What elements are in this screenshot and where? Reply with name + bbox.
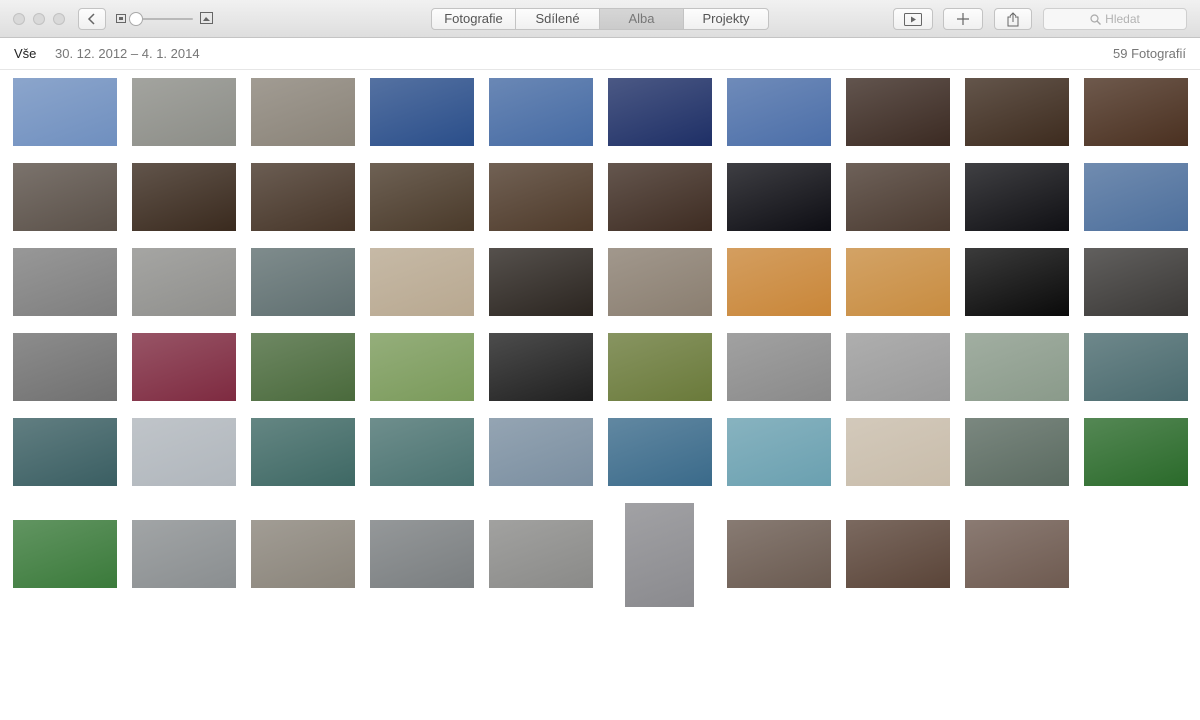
- share-button[interactable]: [994, 8, 1032, 30]
- photo-thumbnail[interactable]: [370, 520, 474, 588]
- photo-thumbnail[interactable]: [846, 333, 950, 401]
- view-tabs: Fotografie Sdílené Alba Projekty: [431, 8, 769, 30]
- add-icon: [957, 13, 969, 25]
- photo-thumbnail[interactable]: [1084, 78, 1188, 146]
- photo-thumbnail[interactable]: [846, 520, 950, 588]
- photo-thumbnail[interactable]: [251, 78, 355, 146]
- share-icon: [1007, 11, 1019, 26]
- photo-thumbnail[interactable]: [489, 418, 593, 486]
- photo-thumbnail[interactable]: [965, 520, 1069, 588]
- photo-thumbnail[interactable]: [608, 418, 712, 486]
- photo-thumbnail[interactable]: [489, 333, 593, 401]
- tab-alba[interactable]: Alba: [600, 9, 684, 29]
- photo-thumbnail[interactable]: [13, 333, 117, 401]
- photo-thumbnail[interactable]: [625, 503, 694, 607]
- photo-thumbnail[interactable]: [370, 333, 474, 401]
- photo-thumbnail[interactable]: [727, 163, 831, 231]
- slideshow-button[interactable]: [893, 8, 933, 30]
- search-icon: [1090, 13, 1102, 25]
- photo-thumbnail[interactable]: [608, 163, 712, 231]
- photo-thumbnail[interactable]: [489, 78, 593, 146]
- photo-thumbnail[interactable]: [489, 520, 593, 588]
- photo-thumbnail[interactable]: [13, 78, 117, 146]
- search-placeholder: Hledat: [1105, 12, 1140, 26]
- close-window-button[interactable]: [13, 13, 25, 25]
- back-button[interactable]: [78, 8, 106, 30]
- tab-fotografie[interactable]: Fotografie: [432, 9, 516, 29]
- date-range: 30. 12. 2012 – 4. 1. 2014: [55, 46, 200, 61]
- zoom-slider-knob[interactable]: [129, 12, 143, 26]
- photo-thumbnail[interactable]: [132, 78, 236, 146]
- photo-thumbnail[interactable]: [608, 333, 712, 401]
- back-icon: [87, 13, 95, 25]
- zoom-small-icon: [116, 14, 126, 23]
- photo-thumbnail[interactable]: [370, 163, 474, 231]
- photo-thumbnail[interactable]: [13, 163, 117, 231]
- photo-thumbnail[interactable]: [727, 520, 831, 588]
- tab-projekty[interactable]: Projekty: [684, 9, 768, 29]
- photo-thumbnail[interactable]: [727, 78, 831, 146]
- photo-thumbnail[interactable]: [251, 520, 355, 588]
- photo-thumbnail[interactable]: [1084, 333, 1188, 401]
- photo-thumbnail[interactable]: [1084, 248, 1188, 316]
- photo-thumbnail[interactable]: [13, 248, 117, 316]
- add-button[interactable]: [943, 8, 983, 30]
- photo-thumbnail[interactable]: [965, 78, 1069, 146]
- photo-thumbnail[interactable]: [13, 520, 117, 588]
- photo-thumbnail[interactable]: [965, 163, 1069, 231]
- photo-thumbnail[interactable]: [846, 163, 950, 231]
- photo-thumbnail[interactable]: [1084, 163, 1188, 231]
- photo-thumbnail[interactable]: [251, 163, 355, 231]
- photo-thumbnail[interactable]: [727, 418, 831, 486]
- minimize-window-button[interactable]: [33, 13, 45, 25]
- photo-thumbnail[interactable]: [132, 163, 236, 231]
- toolbar: Fotografie Sdílené Alba Projekty Hledat: [0, 0, 1200, 38]
- photo-thumbnail[interactable]: [489, 248, 593, 316]
- search-field[interactable]: Hledat: [1043, 8, 1187, 30]
- photo-thumbnail[interactable]: [965, 248, 1069, 316]
- photo-thumbnail[interactable]: [846, 78, 950, 146]
- photo-thumbnail[interactable]: [13, 418, 117, 486]
- album-info-bar: Vše 30. 12. 2012 – 4. 1. 2014 59 Fotogra…: [0, 38, 1200, 70]
- photo-thumbnail[interactable]: [727, 333, 831, 401]
- photo-thumbnail[interactable]: [251, 248, 355, 316]
- album-title: Vše: [14, 46, 37, 61]
- photo-thumbnail[interactable]: [965, 333, 1069, 401]
- photo-thumbnail[interactable]: [608, 78, 712, 146]
- photo-thumbnail[interactable]: [370, 78, 474, 146]
- photo-thumbnail[interactable]: [370, 418, 474, 486]
- photo-thumbnail[interactable]: [965, 418, 1069, 486]
- photo-thumbnail[interactable]: [132, 248, 236, 316]
- photo-thumbnail[interactable]: [1084, 418, 1188, 486]
- photo-thumbnail[interactable]: [370, 248, 474, 316]
- photo-thumbnail[interactable]: [489, 163, 593, 231]
- photo-thumbnail[interactable]: [846, 418, 950, 486]
- photo-thumbnail[interactable]: [251, 418, 355, 486]
- zoom-large-icon: [200, 12, 213, 24]
- photo-thumbnail[interactable]: [251, 333, 355, 401]
- zoom-window-button[interactable]: [53, 13, 65, 25]
- photo-thumbnail[interactable]: [132, 418, 236, 486]
- tab-sdilene[interactable]: Sdílené: [516, 9, 600, 29]
- photo-thumbnail[interactable]: [132, 333, 236, 401]
- slideshow-icon: [904, 12, 922, 26]
- photo-thumbnail[interactable]: [846, 248, 950, 316]
- photo-count: 59 Fotografií: [1113, 46, 1186, 61]
- photo-thumbnail[interactable]: [727, 248, 831, 316]
- photo-thumbnail[interactable]: [132, 520, 236, 588]
- photo-thumbnail[interactable]: [608, 248, 712, 316]
